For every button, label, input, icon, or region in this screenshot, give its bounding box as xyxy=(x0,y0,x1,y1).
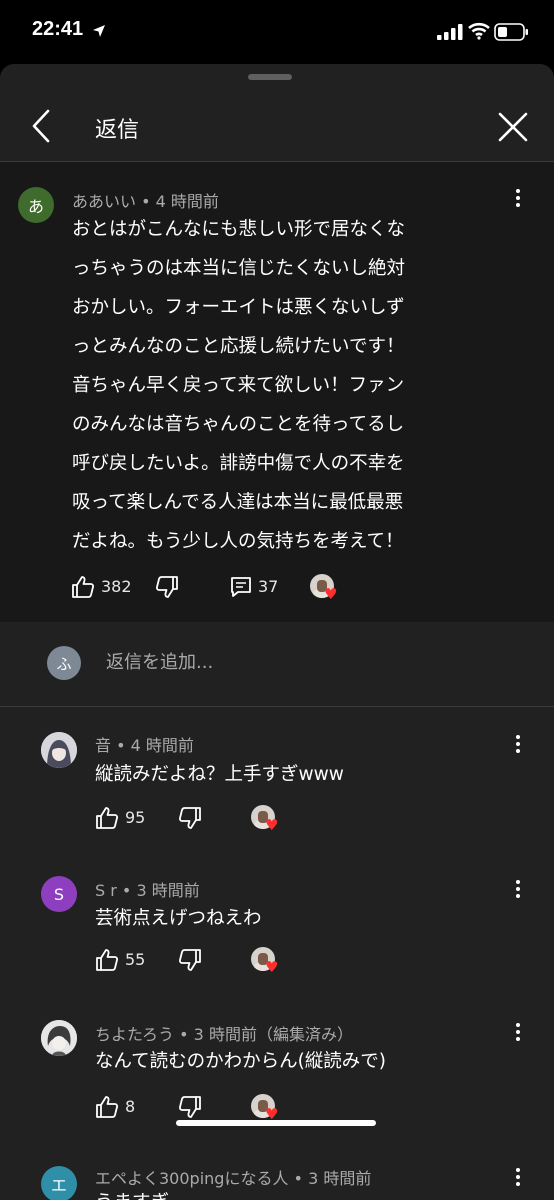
comment-time: 3 時間前（編集済み） xyxy=(193,1025,353,1044)
avatar[interactable] xyxy=(41,732,77,768)
like-icon[interactable] xyxy=(94,1094,120,1120)
avatar[interactable]: エ xyxy=(41,1166,77,1200)
like-count: 55 xyxy=(125,950,146,969)
add-reply-row[interactable]: ふ 返信を追加... xyxy=(0,620,554,706)
comment-meta: 音 • 4 時間前 xyxy=(95,732,194,756)
parent-comment: あ ああいい • 4 時間前 おとはがこんなにも悲しい形で居なくな っちゃうのは… xyxy=(0,162,554,622)
separator-dot: • xyxy=(293,1169,303,1188)
heart-icon: ♥ xyxy=(265,816,279,834)
status-time: 22:41 xyxy=(32,18,84,40)
like-count: 8 xyxy=(125,1097,136,1116)
avatar[interactable] xyxy=(41,1020,77,1056)
author-name[interactable]: ちよたろう xyxy=(95,1025,174,1044)
comment-line: おかしい。フォーエイトは悪くないしず xyxy=(72,297,405,318)
creator-heart-badge: ♥ xyxy=(251,947,281,977)
comment-line: 呼び戻したいよ。誹謗中傷で人の不幸を xyxy=(72,453,405,474)
comment-time: 4 時間前 xyxy=(130,736,194,755)
comment-line: だよね。もう少し人の気持ちを考えて！ xyxy=(72,531,404,552)
anime-avatar-icon xyxy=(41,732,77,768)
reply-text: なんて読むのかわからん(縦読みで) xyxy=(95,1051,387,1072)
dislike-icon[interactable] xyxy=(154,574,180,600)
avatar[interactable]: あ xyxy=(18,187,54,223)
author-name[interactable]: 音 xyxy=(95,736,111,755)
separator-dot: • xyxy=(116,736,126,755)
comment-time: 4 時間前 xyxy=(155,192,219,211)
more-options-icon[interactable] xyxy=(506,732,530,756)
wifi-icon xyxy=(468,22,490,40)
heart-icon: ♥ xyxy=(265,958,279,976)
reply-input[interactable]: 返信を追加... xyxy=(106,648,213,674)
sheet-title: 返信 xyxy=(95,118,140,143)
replies-sheet: 返信 あ ああいい • 4 時間前 おとはがこんなにも悲しい形で居なくな っちゃ… xyxy=(0,64,554,1200)
separator-dot: • xyxy=(121,881,132,900)
author-name[interactable]: エペよく300pingになる人 xyxy=(95,1169,288,1188)
close-icon[interactable] xyxy=(496,110,530,144)
like-icon[interactable] xyxy=(94,947,120,973)
creator-heart-badge: ♥ xyxy=(251,805,281,835)
home-indicator[interactable] xyxy=(176,1120,376,1126)
like-count: 382 xyxy=(101,577,132,596)
author-name[interactable]: ああいい xyxy=(72,192,136,211)
input-divider xyxy=(0,706,554,707)
comment-line: っちゃうのは本当に信じたくないし絶対 xyxy=(72,258,406,279)
location-arrow-icon xyxy=(93,25,105,37)
battery-icon xyxy=(494,23,528,41)
comment-line: っとみんなのこと応援し続けたいです！ xyxy=(72,336,405,357)
dislike-icon[interactable] xyxy=(177,1094,203,1120)
comment-time: 3 時間前 xyxy=(308,1169,372,1188)
separator-dot: • xyxy=(179,1025,189,1044)
like-count: 95 xyxy=(125,808,146,827)
reply-comment-icon[interactable] xyxy=(228,574,254,600)
drag-handle[interactable] xyxy=(248,74,292,80)
more-options-icon[interactable] xyxy=(506,1020,530,1044)
dislike-icon[interactable] xyxy=(177,805,203,831)
more-options-icon[interactable] xyxy=(506,186,530,210)
reply-text: うますぎ xyxy=(95,1188,169,1200)
comment-line: 音ちゃん早く戻って来て欲しい！ファン xyxy=(72,375,405,396)
comment-line: おとはがこんなにも悲しい形で居なくな xyxy=(72,219,406,240)
reply-text: 芸術点えげつねえわ xyxy=(95,908,262,929)
reply-count: 37 xyxy=(258,577,279,596)
user-avatar: ふ xyxy=(47,646,81,680)
status-bar: 22:41 xyxy=(0,0,554,62)
heart-icon: ♥ xyxy=(324,585,338,603)
comment-line: 吸って楽しんでる人達は本当に最低最悪 xyxy=(72,492,404,513)
cellular-signal-icon xyxy=(437,24,463,40)
author-name[interactable]: S r xyxy=(95,881,117,900)
comment-meta: エペよく300pingになる人 • 3 時間前 xyxy=(95,1165,371,1189)
comment-line: のみんなは音ちゃんのことを待ってるし xyxy=(72,414,405,435)
back-arrow-icon[interactable] xyxy=(26,108,56,144)
comment-meta: ちよたろう • 3 時間前（編集済み） xyxy=(95,1021,353,1045)
comment-time: 3 時間前 xyxy=(136,881,200,900)
drawing-avatar-icon xyxy=(41,1020,77,1056)
comment-meta: S r • 3 時間前 xyxy=(95,877,200,901)
like-icon[interactable] xyxy=(70,574,96,600)
separator-dot: • xyxy=(141,192,151,211)
comment-text: おとはがこんなにも悲しい形で居なくな っちゃうのは本当に信じたくないし絶対 おか… xyxy=(72,210,452,561)
comment-meta: ああいい • 4 時間前 xyxy=(72,188,219,212)
dislike-icon[interactable] xyxy=(177,947,203,973)
like-icon[interactable] xyxy=(94,805,120,831)
more-options-icon[interactable] xyxy=(506,877,530,901)
avatar[interactable]: S xyxy=(41,876,77,912)
reply-text: 縦読みだよね？上手すぎwww xyxy=(95,764,344,785)
creator-heart-badge: ♥ xyxy=(310,574,340,604)
more-options-icon[interactable] xyxy=(506,1165,530,1189)
